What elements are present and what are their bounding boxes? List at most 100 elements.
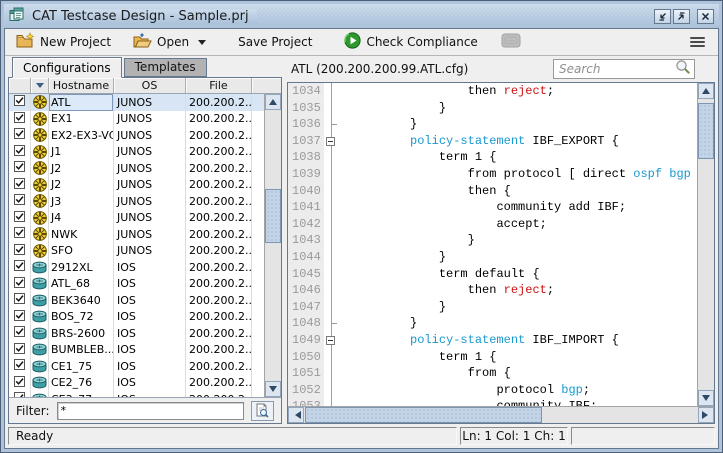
scroll-up-button[interactable] bbox=[698, 83, 714, 99]
table-row[interactable]: CE3_77IOS200.200.2... bbox=[9, 391, 281, 397]
cell-hostname[interactable]: J1 bbox=[49, 144, 114, 161]
cell-hostname[interactable]: BUMBLEB... bbox=[49, 342, 114, 359]
cell-hostname[interactable]: ATL_68 bbox=[49, 276, 114, 293]
cell-file[interactable]: 200.200.2... bbox=[186, 94, 252, 111]
editor-vertical-scrollbar[interactable] bbox=[697, 83, 714, 406]
scroll-down-button[interactable] bbox=[265, 381, 281, 397]
cell-file[interactable]: 200.200.2... bbox=[186, 358, 252, 375]
code-line[interactable]: 1049 policy-statement IBF_IMPORT { bbox=[288, 332, 697, 349]
cell-hostname[interactable]: J4 bbox=[49, 210, 114, 227]
editor-horizontal-scrollbar[interactable] bbox=[288, 406, 714, 423]
code-line[interactable]: 1044 } bbox=[288, 249, 697, 266]
row-checkbox[interactable] bbox=[9, 210, 31, 227]
scroll-left-button[interactable] bbox=[288, 407, 304, 423]
code-line[interactable]: 1048 } bbox=[288, 315, 697, 332]
table-row[interactable]: J1JUNOS200.200.2... bbox=[9, 144, 281, 161]
header-file[interactable]: File bbox=[186, 78, 252, 93]
open-button[interactable]: Open bbox=[128, 31, 211, 54]
row-checkbox[interactable] bbox=[9, 325, 31, 342]
table-row[interactable]: ATL_68IOS200.200.2... bbox=[9, 276, 281, 293]
scroll-right-button[interactable] bbox=[698, 407, 714, 423]
filter-input[interactable] bbox=[57, 402, 244, 420]
row-checkbox[interactable] bbox=[9, 193, 31, 210]
save-project-button[interactable]: Save Project bbox=[233, 33, 317, 51]
code-area[interactable]: 1034 then reject;1035 }1036 }1037 policy… bbox=[288, 83, 697, 406]
cell-hostname[interactable]: BEK3640 bbox=[49, 292, 114, 309]
code-line[interactable]: 1053 community IBF; bbox=[288, 398, 697, 406]
filter-search-button[interactable] bbox=[251, 401, 274, 421]
fold-collapse-icon[interactable] bbox=[326, 137, 335, 146]
cell-file[interactable]: 200.200.2... bbox=[186, 193, 252, 210]
table-row[interactable]: BOS_72IOS200.200.2... bbox=[9, 309, 281, 326]
cell-file[interactable]: 200.200.2... bbox=[186, 259, 252, 276]
new-project-button[interactable]: New Project bbox=[11, 30, 116, 54]
cell-file[interactable]: 200.200.2... bbox=[186, 309, 252, 326]
row-checkbox[interactable] bbox=[9, 243, 31, 260]
table-row[interactable]: J2JUNOS200.200.2... bbox=[9, 160, 281, 177]
scroll-thumb[interactable] bbox=[265, 189, 281, 243]
cell-hostname[interactable]: ATL bbox=[49, 94, 114, 111]
cell-file[interactable]: 200.200.2... bbox=[186, 276, 252, 293]
cell-os[interactable]: IOS bbox=[114, 276, 186, 293]
cell-hostname[interactable]: J2 bbox=[49, 160, 114, 177]
code-line[interactable]: 1052 protocol bgp; bbox=[288, 382, 697, 399]
row-checkbox[interactable] bbox=[9, 259, 31, 276]
tab-configurations[interactable]: Configurations bbox=[12, 57, 122, 78]
code-line[interactable]: 1046 then reject; bbox=[288, 282, 697, 299]
code-line[interactable]: 1037 policy-statement IBF_EXPORT { bbox=[288, 133, 697, 150]
table-row[interactable]: J3JUNOS200.200.2... bbox=[9, 193, 281, 210]
table-row[interactable]: EX2-EX3-VCJUNOS200.200.2... bbox=[9, 127, 281, 144]
cell-os[interactable]: IOS bbox=[114, 391, 186, 397]
cell-hostname[interactable]: CE3_77 bbox=[49, 391, 114, 397]
code-line[interactable]: 1045 term default { bbox=[288, 266, 697, 283]
code-line[interactable]: 1040 then { bbox=[288, 183, 697, 200]
cell-file[interactable]: 200.200.2... bbox=[186, 144, 252, 161]
cell-hostname[interactable]: NWK bbox=[49, 226, 114, 243]
code-line[interactable]: 1041 community add IBF; bbox=[288, 199, 697, 216]
row-checkbox[interactable] bbox=[9, 391, 31, 397]
row-checkbox[interactable] bbox=[9, 276, 31, 293]
table-row[interactable]: BUMBLEB...IOS200.200.2... bbox=[9, 342, 281, 359]
cell-hostname[interactable]: 2912XL bbox=[49, 259, 114, 276]
row-checkbox[interactable] bbox=[9, 358, 31, 375]
header-select-column[interactable] bbox=[9, 78, 31, 93]
scroll-up-button[interactable] bbox=[265, 94, 281, 110]
table-row[interactable]: J4JUNOS200.200.2... bbox=[9, 210, 281, 227]
maximize-button[interactable] bbox=[673, 9, 690, 24]
cell-file[interactable]: 200.200.2... bbox=[186, 342, 252, 359]
cell-os[interactable]: JUNOS bbox=[114, 111, 186, 128]
minimize-button[interactable] bbox=[654, 9, 671, 24]
cell-os[interactable]: IOS bbox=[114, 309, 186, 326]
row-checkbox[interactable] bbox=[9, 292, 31, 309]
cell-os[interactable]: JUNOS bbox=[114, 127, 186, 144]
cell-os[interactable]: IOS bbox=[114, 325, 186, 342]
code-line[interactable]: 1034 then reject; bbox=[288, 83, 697, 100]
cell-hostname[interactable]: J3 bbox=[49, 193, 114, 210]
scroll-thumb[interactable] bbox=[305, 407, 542, 423]
code-line[interactable]: 1038 term 1 { bbox=[288, 149, 697, 166]
cell-hostname[interactable]: CE2_76 bbox=[49, 375, 114, 392]
table-row[interactable]: BEK3640IOS200.200.2... bbox=[9, 292, 281, 309]
tab-templates[interactable]: Templates bbox=[124, 58, 207, 77]
cell-file[interactable]: 200.200.2... bbox=[186, 127, 252, 144]
table-vertical-scrollbar[interactable] bbox=[264, 94, 281, 397]
cell-os[interactable]: IOS bbox=[114, 375, 186, 392]
table-row[interactable]: CE2_76IOS200.200.2... bbox=[9, 375, 281, 392]
cell-file[interactable]: 200.200.2... bbox=[186, 292, 252, 309]
table-row[interactable]: 2912XLIOS200.200.2... bbox=[9, 259, 281, 276]
close-button[interactable] bbox=[697, 9, 714, 24]
cell-file[interactable]: 200.200.2... bbox=[186, 177, 252, 194]
row-checkbox[interactable] bbox=[9, 127, 31, 144]
cell-hostname[interactable]: CE1_75 bbox=[49, 358, 114, 375]
scroll-thumb[interactable] bbox=[698, 103, 714, 159]
table-row[interactable]: SFOJUNOS200.200.2... bbox=[9, 243, 281, 260]
row-checkbox[interactable] bbox=[9, 177, 31, 194]
header-os[interactable]: OS bbox=[114, 78, 186, 93]
check-compliance-button[interactable]: Check Compliance bbox=[339, 30, 482, 54]
cell-hostname[interactable]: EX1 bbox=[49, 111, 114, 128]
row-checkbox[interactable] bbox=[9, 226, 31, 243]
cell-os[interactable]: IOS bbox=[114, 358, 186, 375]
row-checkbox[interactable] bbox=[9, 111, 31, 128]
cell-hostname[interactable]: BOS_72 bbox=[49, 309, 114, 326]
row-checkbox[interactable] bbox=[9, 144, 31, 161]
